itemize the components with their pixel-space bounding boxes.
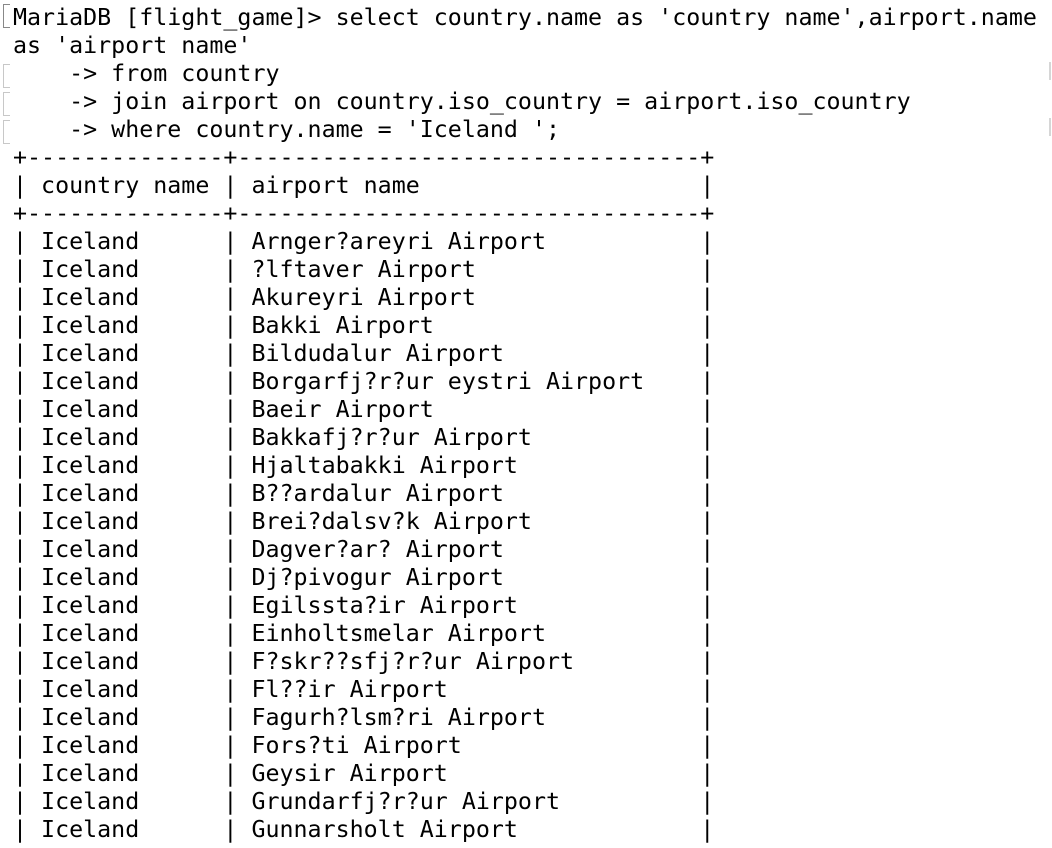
table-row: | Iceland | B??ardalur Airport |: [13, 480, 715, 507]
table-row: | Iceland | ?lftaver Airport |: [13, 256, 715, 283]
table-row: | Iceland | Arnger?areyri Airport |: [13, 228, 715, 255]
line-marker: [3, 64, 10, 88]
table-row: | Iceland | Baeir Airport |: [13, 396, 715, 423]
table-row: | Iceland | Bakkafj?r?ur Airport |: [13, 424, 715, 451]
table-row: | Iceland | Einholtsmelar Airport |: [13, 620, 715, 647]
table-row: | Iceland | Borgarfj?r?ur eystri Airport…: [13, 368, 715, 395]
table-row: | Iceland | Grundarfj?r?ur Airport |: [13, 788, 715, 815]
right-edge-mark: [1049, 118, 1051, 136]
command-continuation-line: -> from country: [13, 60, 280, 87]
line-marker: [3, 120, 10, 144]
table-row: | Iceland | Hjaltabakki Airport |: [13, 452, 715, 479]
table-row: | Iceland | Gunnarsholt Airport |: [13, 816, 715, 843]
prompt-line: MariaDB [flight_game]> select country.na…: [13, 4, 1037, 31]
table-border: +--------------+------------------------…: [13, 144, 715, 171]
table-row: | Iceland | Egilssta?ir Airport |: [13, 592, 715, 619]
table-border: +--------------+------------------------…: [13, 200, 715, 227]
command-continuation-line: -> where country.name = 'Iceland ';: [13, 116, 561, 143]
table-row: | Iceland | Fl??ir Airport |: [13, 676, 715, 703]
line-marker: [3, 4, 10, 28]
table-row: | Iceland | Akureyri Airport |: [13, 284, 715, 311]
table-row: | Iceland | Fagurh?lsm?ri Airport |: [13, 704, 715, 731]
table-row: | Iceland | Geysir Airport |: [13, 760, 715, 787]
table-header-row: | country name | airport name |: [13, 172, 715, 199]
table-row: | Iceland | Fors?ti Airport |: [13, 732, 715, 759]
command-continuation-line: -> join airport on country.iso_country =…: [13, 88, 911, 115]
table-row: | Iceland | Bakki Airport |: [13, 312, 715, 339]
table-row: | Iceland | Dj?pivogur Airport |: [13, 564, 715, 591]
table-row: | Iceland | F?skr??sfj?r?ur Airport |: [13, 648, 715, 675]
command-continuation-line: as 'airport name': [13, 32, 252, 59]
table-row: | Iceland | Brei?dalsv?k Airport |: [13, 508, 715, 535]
table-row: | Iceland | Dagver?ar? Airport |: [13, 536, 715, 563]
terminal-window[interactable]: MariaDB [flight_game]> select country.na…: [0, 0, 1052, 848]
line-marker: [3, 92, 10, 116]
table-row: | Iceland | Bildudalur Airport |: [13, 340, 715, 367]
right-edge-mark: [1049, 62, 1051, 80]
